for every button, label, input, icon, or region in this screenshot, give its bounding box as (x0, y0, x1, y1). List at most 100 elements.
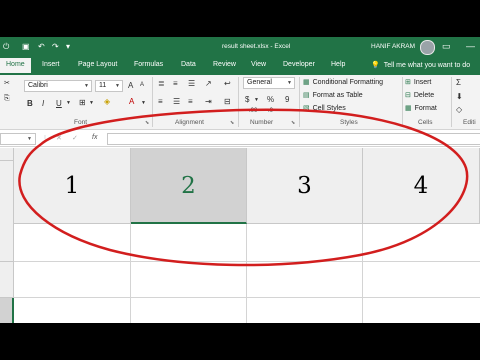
align-middle-icon[interactable]: ≡ (173, 79, 178, 88)
insert-cells-button[interactable]: ⊞ Insert (405, 78, 431, 86)
enter-entry-icon[interactable]: ✓ (72, 134, 78, 142)
column-header[interactable]: 4 (363, 148, 480, 224)
conditional-formatting-label: Conditional Formatting (312, 79, 384, 86)
decrease-font-icon[interactable]: A (140, 82, 144, 88)
borders-icon[interactable]: ⊞ (79, 98, 86, 107)
decrease-decimal-icon[interactable]: .0 (268, 108, 273, 114)
format-as-table-button[interactable]: ▤ Format as Table (303, 91, 363, 99)
chevron-down-icon: ▼ (287, 80, 292, 86)
cut-icon[interactable]: ✂ (4, 79, 10, 87)
fill-icon[interactable]: ⬇ (456, 92, 463, 101)
user-name[interactable]: HANIF AKRAM (371, 43, 415, 50)
tab-data[interactable]: Data (181, 61, 196, 68)
merge-center-icon[interactable]: ⊟ (224, 97, 231, 106)
cell-styles-button[interactable]: ▧ Cell Styles (303, 104, 346, 112)
font-name-value: Calibri (28, 82, 48, 89)
format-cells-button[interactable]: ▦ Format (405, 104, 437, 112)
underline-button[interactable]: U (56, 99, 62, 108)
row-header-selected[interactable] (0, 298, 14, 323)
tab-formulas[interactable]: Formulas (134, 61, 163, 68)
currency-icon[interactable]: $ (245, 95, 249, 104)
ribbon-display-options-icon[interactable]: ▭ (442, 41, 451, 52)
format-as-table-label: Format as Table (312, 92, 363, 99)
splitter-icon[interactable]: ⋮ (42, 135, 48, 142)
cell-styles-icon: ▧ (303, 105, 310, 112)
autosave-icon[interactable]: ⏻ (3, 42, 9, 52)
column-header-selected[interactable]: 2 (131, 148, 247, 224)
chevron-down-icon[interactable]: ▼ (254, 97, 259, 103)
delete-cells-label: Delete (413, 92, 435, 99)
gridline (362, 224, 363, 323)
styles-group-label: Styles (340, 119, 358, 126)
delete-cells-button[interactable]: ⊟ Delete (405, 91, 434, 99)
select-all-corner[interactable] (0, 148, 14, 161)
alignment-dialog-launcher-icon[interactable]: ⬊ (230, 120, 234, 126)
redo-icon[interactable]: ↷ (52, 42, 59, 51)
column-header[interactable]: 3 (247, 148, 363, 224)
clear-icon[interactable]: ◇ (456, 105, 462, 114)
lightbulb-icon: 💡 (371, 62, 380, 69)
italic-button[interactable]: I (42, 99, 44, 108)
tell-me-box[interactable]: 💡 Tell me what you want to do (371, 61, 470, 69)
undo-icon[interactable]: ↶ (38, 42, 45, 51)
customize-qat-icon[interactable]: ▾ (66, 42, 70, 51)
chevron-down-icon[interactable]: ▼ (89, 100, 94, 106)
align-bottom-icon[interactable]: ☰ (188, 79, 195, 88)
tab-home[interactable]: Home (0, 58, 31, 75)
comma-style-icon[interactable]: 9 (285, 95, 289, 104)
font-dialog-launcher-icon[interactable]: ⬊ (145, 120, 149, 126)
bold-button[interactable]: B (27, 99, 33, 108)
font-group-label: Font (74, 119, 88, 126)
worksheet-grid[interactable]: 1 2 3 4 (0, 148, 480, 323)
editing-group-label: Editi (463, 119, 476, 126)
tab-review[interactable]: Review (213, 61, 236, 68)
increase-font-icon[interactable]: A (128, 81, 133, 90)
minimize-icon[interactable]: — (466, 41, 475, 51)
indent-icon[interactable]: ⇥ (205, 97, 212, 106)
group-divider (152, 77, 153, 127)
number-format-select[interactable]: General ▼ (243, 77, 295, 89)
chevron-down-icon: ▼ (84, 83, 89, 89)
column-header[interactable]: 1 (14, 148, 131, 224)
align-top-icon[interactable]: ≣ (158, 79, 165, 88)
align-right-icon[interactable]: ≡ (188, 97, 193, 106)
align-left-icon[interactable]: ≡ (158, 97, 163, 106)
chevron-down-icon[interactable]: ▼ (141, 100, 146, 106)
wrap-text-icon[interactable]: ↩ (224, 79, 231, 88)
orientation-icon[interactable]: ↗ (205, 79, 212, 88)
name-box[interactable]: ▼ (0, 133, 36, 145)
chevron-down-icon[interactable]: ▼ (27, 136, 32, 142)
user-avatar[interactable] (420, 40, 435, 55)
autosum-icon[interactable]: Σ (456, 78, 461, 87)
excel-window: ⏻ ▣ ↶ ↷ ▾ result sheet.xlsx - Excel HANI… (0, 37, 480, 323)
align-center-icon[interactable]: ☰ (173, 97, 180, 106)
number-group-label: Number (250, 119, 274, 126)
save-icon[interactable]: ▣ (22, 42, 30, 51)
group-divider (299, 77, 300, 127)
format-cells-icon: ▦ (405, 105, 412, 112)
tab-developer[interactable]: Developer (283, 61, 315, 68)
ribbon: ✂ ⎘ Calibri ▼ 11 ▼ A A B I U ▼ ⊞ ▼ ◈ A ▼… (0, 75, 480, 130)
gridline (14, 297, 480, 298)
font-name-select[interactable]: Calibri ▼ (24, 80, 92, 92)
increase-decimal-icon[interactable]: .00 (249, 108, 257, 114)
video-frame: ⏻ ▣ ↶ ↷ ▾ result sheet.xlsx - Excel HANI… (0, 0, 480, 360)
conditional-formatting-button[interactable]: ▦ Conditional Formatting (303, 78, 383, 86)
cancel-entry-icon[interactable]: ✕ (56, 134, 62, 142)
chevron-down-icon[interactable]: ▼ (66, 100, 71, 106)
tab-view[interactable]: View (251, 61, 266, 68)
font-color-icon[interactable]: A (129, 97, 134, 106)
copy-icon[interactable]: ⎘ (4, 95, 10, 103)
formula-input[interactable] (107, 133, 480, 145)
tab-page-layout[interactable]: Page Layout (78, 61, 117, 68)
fill-color-icon[interactable]: ◈ (104, 97, 110, 106)
tab-help[interactable]: Help (331, 61, 345, 68)
cell-styles-label: Cell Styles (312, 105, 346, 112)
conditional-formatting-icon: ▦ (303, 79, 310, 86)
tab-insert[interactable]: Insert (42, 61, 60, 68)
group-divider (402, 77, 403, 127)
number-dialog-launcher-icon[interactable]: ⬊ (291, 120, 295, 126)
percent-icon[interactable]: % (267, 95, 274, 104)
insert-function-icon[interactable]: fx (92, 134, 97, 141)
font-size-select[interactable]: 11 ▼ (95, 80, 123, 92)
